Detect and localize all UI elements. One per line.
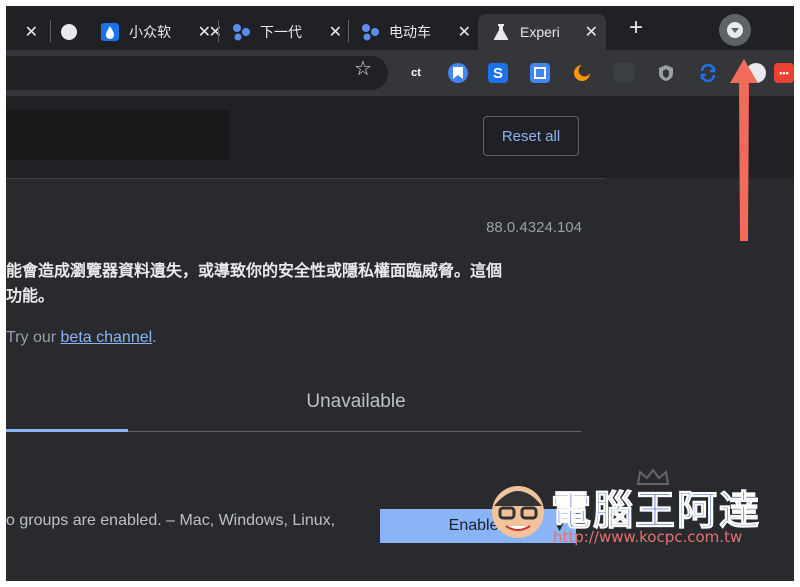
tab-search-button[interactable] <box>719 14 751 46</box>
flag-state-value: Enabled <box>448 517 508 534</box>
bookmark-extension-icon[interactable] <box>448 63 468 83</box>
reset-all-button[interactable]: Reset all <box>483 116 579 156</box>
shield-extension-icon[interactable] <box>656 63 676 83</box>
tab-separator <box>218 20 219 42</box>
translate-extension-icon[interactable] <box>530 63 550 83</box>
flask-icon <box>492 23 510 41</box>
close-icon[interactable]: ✕ <box>329 22 342 42</box>
close-icon[interactable]: ✕ <box>585 22 598 42</box>
version-label: 88.0.4324.104 <box>486 219 582 236</box>
flag-state-select[interactable]: Enabled ▼ <box>380 509 576 543</box>
flags-page: Reset all 88.0.4324.104 能會造成瀏覽器資料遺失，或導致你… <box>6 96 794 581</box>
tab-experiments[interactable]: Experi ✕ <box>478 14 606 50</box>
browser-window: ✕ ✕ 小众软 ✕ 下一代 ✕ 电动车 ✕ Experi ✕ + ☆ ct S … <box>6 6 794 581</box>
water-drop-icon <box>101 23 119 41</box>
tab-unavailable[interactable]: Unavailable <box>246 391 466 413</box>
beta-channel-link[interactable]: beta channel <box>61 329 153 346</box>
warning-line: 功能。 <box>6 288 55 305</box>
address-bar[interactable] <box>6 56 388 90</box>
chevron-down-icon: ▼ <box>553 519 566 534</box>
s-extension-icon[interactable]: S <box>488 63 508 83</box>
ct-extension-icon[interactable]: ct <box>406 63 426 83</box>
tab-separator <box>50 20 51 42</box>
moon-extension-icon[interactable] <box>572 63 592 83</box>
flags-content: 88.0.4324.104 能會造成瀏覽器資料遺失，或導致你的安全性或隱私權面臨… <box>6 179 607 581</box>
toolbar: ☆ ct S ••• <box>6 50 794 96</box>
more-extension-icon[interactable]: ••• <box>774 63 794 83</box>
molecule-icon <box>232 23 250 41</box>
tab-separator <box>348 20 349 42</box>
tab-strip: ✕ ✕ 小众软 ✕ 下一代 ✕ 电动车 ✕ Experi ✕ + <box>6 6 794 50</box>
tab-2[interactable]: 小众软 ✕ <box>101 14 211 50</box>
globe-icon <box>60 23 78 41</box>
close-icon[interactable]: ✕ <box>198 22 211 42</box>
molecule-icon <box>361 23 379 41</box>
sync-extension-icon[interactable] <box>698 63 718 83</box>
grid-extension-icon[interactable] <box>614 63 634 83</box>
beta-channel-text: Try our beta channel. <box>6 329 157 346</box>
tab-4[interactable]: 电动车 ✕ <box>361 14 471 50</box>
annotation-arrow <box>730 59 758 241</box>
close-icon[interactable]: ✕ <box>458 22 471 42</box>
active-tab-indicator <box>6 429 128 432</box>
tab-3[interactable]: 下一代 ✕ <box>232 14 342 50</box>
flag-description: o groups are enabled. – Mac, Windows, Li… <box>6 512 336 529</box>
warning-text: 能會造成瀏覽器資料遺失，或導致你的安全性或隱私權面臨威脅。這個 功能。 <box>6 259 576 309</box>
chevron-down-icon <box>727 22 743 38</box>
close-icon[interactable]: ✕ <box>25 22 38 42</box>
star-icon[interactable]: ☆ <box>354 56 372 81</box>
new-tab-button[interactable]: + <box>624 16 648 40</box>
search-input[interactable] <box>6 110 230 160</box>
side-panel <box>607 178 794 581</box>
tab-0[interactable]: ✕ <box>6 14 46 50</box>
warning-line: 能會造成瀏覽器資料遺失，或導致你的安全性或隱私權面臨威脅。這個 <box>6 263 503 280</box>
